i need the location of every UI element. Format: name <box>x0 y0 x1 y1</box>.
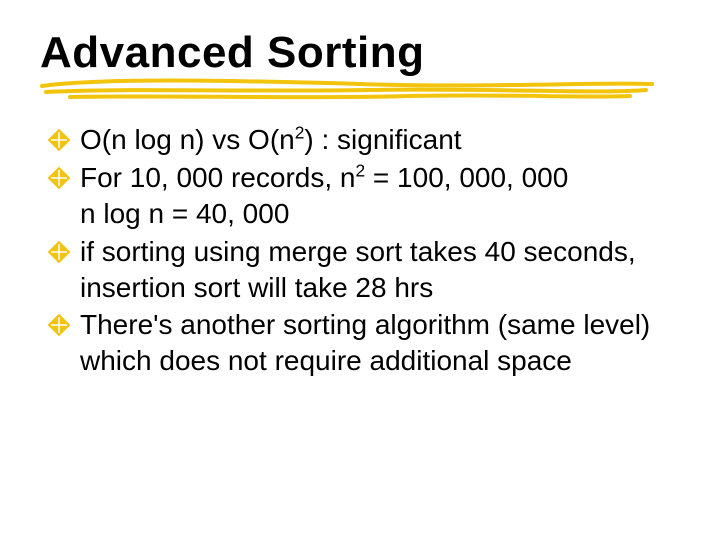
bullet-marker-icon <box>48 162 70 184</box>
bullet-continuation: n log n = 40, 000 <box>80 196 680 232</box>
bullet-text: if sorting using merge sort takes 40 sec… <box>80 236 636 303</box>
title-block: Advanced Sorting <box>40 30 680 76</box>
list-item: if sorting using merge sort takes 40 sec… <box>48 234 680 306</box>
bullet-list: O(n log n) vs O(n2) : significant For 10,… <box>40 122 680 379</box>
bullet-text: For 10, 000 records, n2 = 100, 000, 000 <box>80 162 568 193</box>
bullet-text: O(n log n) vs O(n2) : significant <box>80 124 462 155</box>
list-item: For 10, 000 records, n2 = 100, 000, 000n… <box>48 160 680 232</box>
bullet-text: There's another sorting algorithm (same … <box>80 309 650 376</box>
title-underline <box>40 74 680 104</box>
bullet-marker-icon <box>48 124 70 146</box>
scribble-underline-icon <box>40 74 656 102</box>
bullet-marker-icon <box>48 236 70 258</box>
bullet-marker-icon <box>48 309 70 331</box>
list-item: There's another sorting algorithm (same … <box>48 307 680 379</box>
slide-title: Advanced Sorting <box>40 30 680 76</box>
list-item: O(n log n) vs O(n2) : significant <box>48 122 680 158</box>
slide: Advanced Sorting O(n log n) vs O(n2) : s… <box>0 0 720 540</box>
